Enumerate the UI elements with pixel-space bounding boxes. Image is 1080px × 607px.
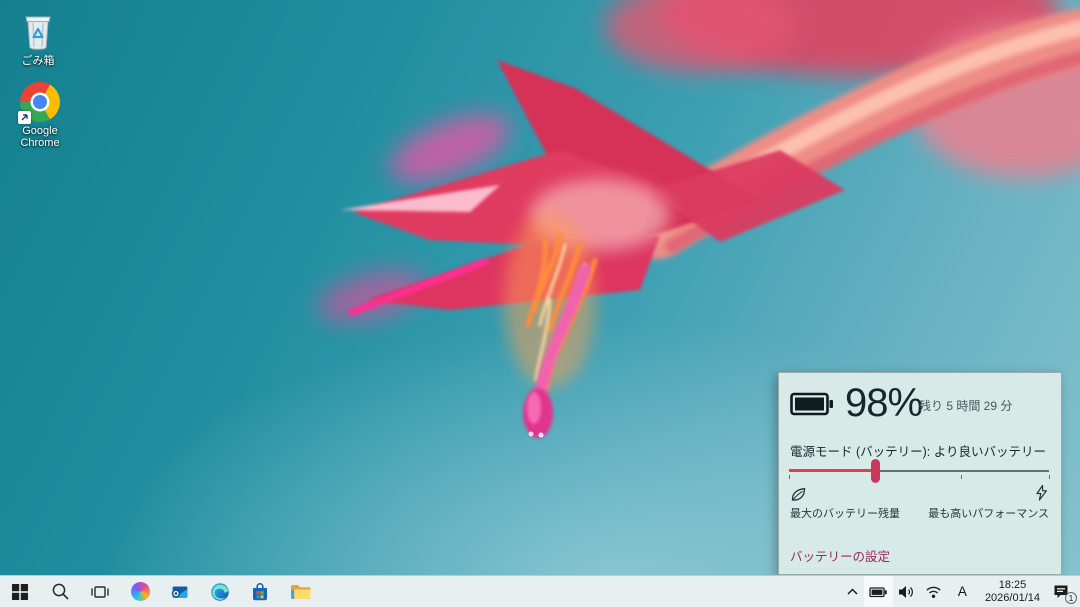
performance-bolt-icon xyxy=(1035,484,1048,507)
battery-tray-button[interactable] xyxy=(864,576,893,607)
slider-track-fill xyxy=(789,469,875,472)
show-hidden-icons-button[interactable] xyxy=(841,576,864,607)
start-button[interactable] xyxy=(0,576,40,607)
microsoft-store-button[interactable] xyxy=(240,576,280,607)
search-icon xyxy=(51,582,70,601)
desktop-icon-google-chrome[interactable]: Google Chrome xyxy=(2,82,78,149)
slider-right-label: 最も高いパフォーマンス xyxy=(928,505,1049,521)
tray-date: 2026/01/14 xyxy=(985,592,1040,605)
slider-tick xyxy=(1049,475,1050,479)
search-button[interactable] xyxy=(40,576,80,607)
chevron-up-icon xyxy=(846,586,859,597)
network-tray-button[interactable] xyxy=(920,576,947,607)
tray-time: 18:25 xyxy=(985,579,1040,592)
ime-mode-button[interactable]: A xyxy=(947,576,978,607)
volume-tray-button[interactable] xyxy=(893,576,920,607)
outlook-icon xyxy=(170,582,190,602)
volume-icon xyxy=(898,584,915,600)
desktop-icon-label: ごみ箱 xyxy=(0,55,76,67)
shortcut-arrow-icon xyxy=(18,111,31,124)
copilot-button[interactable] xyxy=(120,576,160,607)
task-view-icon xyxy=(90,583,110,601)
battery-time-remaining: 残り 5 時間 29 分 xyxy=(919,397,1012,414)
ime-mode-indicator: A xyxy=(952,584,973,599)
slider-tick xyxy=(961,475,962,479)
outlook-button[interactable] xyxy=(160,576,200,607)
power-mode-label: 電源モード (バッテリー): より良いバッテリー xyxy=(790,441,1046,460)
wifi-icon xyxy=(925,585,942,599)
file-explorer-icon xyxy=(290,583,311,601)
notification-badge: 1 xyxy=(1065,592,1077,604)
edge-button[interactable] xyxy=(200,576,240,607)
desktop: ごみ箱 Google Chrome 98% 残り 5 時間 29 分 電源モー xyxy=(0,0,1080,607)
taskbar-pinned-apps xyxy=(0,576,320,607)
power-mode-slider[interactable] xyxy=(789,463,1049,489)
desktop-icon-label: Google Chrome xyxy=(2,125,78,149)
battery-large-icon xyxy=(790,392,834,421)
google-chrome-icon xyxy=(2,82,78,122)
clock-button[interactable]: 18:25 2026/01/14 xyxy=(978,576,1047,607)
system-tray: A 18:25 2026/01/14 1 xyxy=(841,576,1080,607)
recycle-bin-icon xyxy=(0,8,76,52)
taskbar: A 18:25 2026/01/14 1 xyxy=(0,575,1080,607)
copilot-icon xyxy=(131,582,150,601)
slider-tick xyxy=(789,475,790,479)
slider-left-label: 最大のバッテリー残量 xyxy=(790,505,900,521)
edge-icon xyxy=(210,582,230,602)
battery-percent: 98% xyxy=(845,381,922,426)
action-center-button[interactable]: 1 xyxy=(1047,576,1080,607)
file-explorer-button[interactable] xyxy=(280,576,320,607)
battery-icon xyxy=(869,584,888,600)
microsoft-store-icon xyxy=(250,582,270,602)
desktop-icon-recycle-bin[interactable]: ごみ箱 xyxy=(0,8,76,67)
windows-logo-icon xyxy=(12,584,28,600)
slider-handle[interactable] xyxy=(871,459,880,483)
battery-settings-link[interactable]: バッテリーの設定 xyxy=(790,546,890,565)
battery-flyout-panel: 98% 残り 5 時間 29 分 電源モード (バッテリー): より良いバッテリ… xyxy=(778,372,1062,575)
task-view-button[interactable] xyxy=(80,576,120,607)
